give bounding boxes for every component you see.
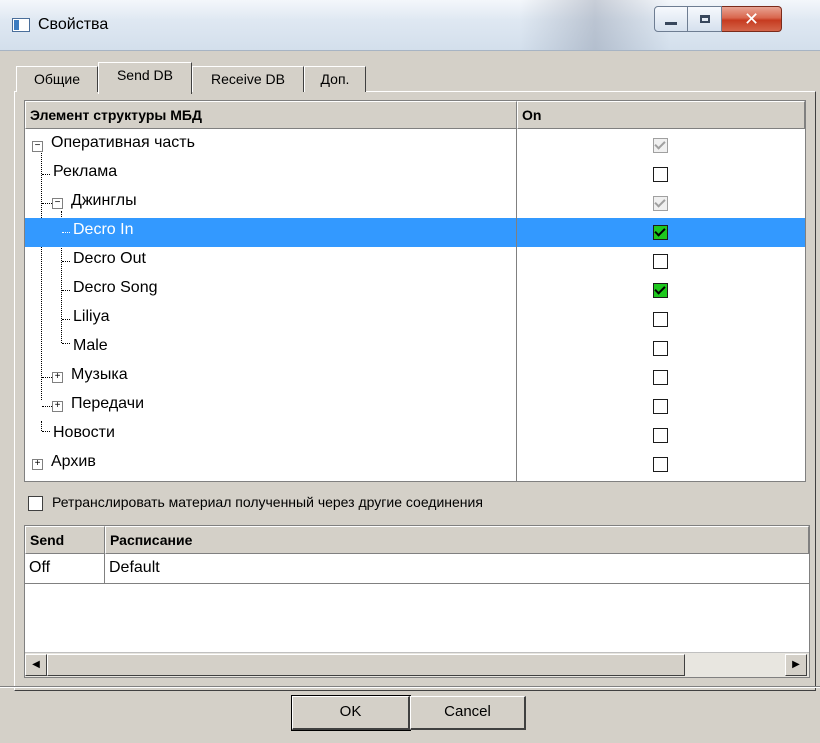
on-checkbox[interactable] — [653, 312, 668, 327]
tree-row[interactable]: + Архив — [25, 450, 805, 479]
tree-item-label: Новости — [53, 424, 115, 441]
tree-line — [62, 343, 70, 344]
tree-line — [62, 319, 70, 320]
tree-row[interactable]: Decro Song — [25, 276, 805, 305]
tree-item-label: Музыка — [71, 366, 128, 383]
column-header-schedule[interactable]: Расписание — [105, 526, 809, 554]
on-checkbox[interactable] — [653, 196, 668, 211]
minimize-icon — [665, 21, 677, 25]
tree-item-label: Decro In — [73, 221, 134, 238]
tree-row[interactable]: + Музыка — [25, 363, 805, 392]
tree-line — [62, 261, 70, 262]
tree-row[interactable]: + Передачи — [25, 392, 805, 421]
minimize-button[interactable] — [654, 6, 688, 32]
tab-send-db[interactable]: Send DB — [98, 62, 192, 94]
retranslate-label[interactable]: Ретранслировать материал полученный чере… — [52, 494, 483, 510]
schedule-row[interactable]: Off Default — [25, 554, 809, 584]
tree-row[interactable]: Decro Out — [25, 247, 805, 276]
collapse-icon[interactable]: − — [52, 198, 63, 209]
tree-item-label: Liliya — [73, 308, 110, 325]
tab-extra[interactable]: Доп. — [304, 66, 366, 92]
column-header-on[interactable]: On — [517, 101, 805, 129]
window-title: Свойства — [38, 16, 109, 33]
column-header-structure[interactable]: Элемент структуры МБД — [25, 101, 517, 129]
expand-icon[interactable]: + — [52, 372, 63, 383]
arrow-left-icon[interactable]: ◀ — [25, 654, 47, 676]
maximize-icon — [699, 15, 710, 23]
on-checkbox[interactable] — [653, 167, 668, 182]
tree-row[interactable]: − Джинглы — [25, 189, 805, 218]
send-cell[interactable]: Off — [25, 554, 105, 583]
schedule-grid[interactable]: Send Расписание Off Default ◀ ▶ — [24, 525, 810, 678]
tree-item-label: Джинглы — [71, 192, 137, 209]
tab-receive-db[interactable]: Receive DB — [192, 66, 304, 92]
tree-row[interactable]: Новости — [25, 421, 805, 450]
tree-line — [41, 421, 42, 431]
tree-item-label: Передачи — [71, 395, 144, 412]
tree-line — [42, 174, 50, 175]
retranslate-checkbox[interactable] — [28, 496, 43, 511]
footer-divider — [0, 686, 820, 688]
on-checkbox[interactable] — [653, 254, 668, 269]
on-checkbox[interactable] — [653, 138, 668, 153]
tree-item-label: Male — [73, 337, 108, 354]
tree-row-selected[interactable]: Decro In — [25, 218, 805, 247]
tree-line — [42, 406, 52, 407]
on-checkbox[interactable] — [653, 457, 668, 472]
horizontal-scrollbar[interactable]: ◀ ▶ — [25, 652, 809, 677]
tree-item-label: Оперативная часть — [51, 134, 195, 151]
schedule-cell[interactable]: Default — [105, 554, 809, 583]
tab-general[interactable]: Общие — [16, 66, 98, 92]
tree-item-label: Decro Out — [73, 250, 146, 267]
tree-item-label: Decro Song — [73, 279, 158, 296]
maximize-button[interactable] — [688, 6, 722, 32]
titlebar-glass — [520, 0, 670, 50]
scrollbar-thumb[interactable] — [47, 654, 685, 676]
on-checkbox[interactable] — [653, 341, 668, 356]
expand-icon[interactable]: + — [52, 401, 63, 412]
properties-dialog: Свойства ✕ Общие Send DB Receive DB Доп.… — [0, 0, 820, 743]
tree-line — [62, 232, 70, 233]
tree-item-label: Архив — [51, 453, 96, 470]
tree-row[interactable]: − Оперативная часть — [25, 131, 805, 160]
close-button[interactable]: ✕ — [722, 6, 782, 32]
column-divider — [516, 129, 517, 481]
ok-button[interactable]: OK — [291, 695, 411, 731]
on-checkbox[interactable] — [653, 428, 668, 443]
collapse-icon[interactable]: − — [32, 141, 43, 152]
app-icon — [12, 18, 30, 32]
on-checkbox[interactable] — [653, 399, 668, 414]
tree-row[interactable]: Male — [25, 334, 805, 363]
tree-row[interactable]: Liliya — [25, 305, 805, 334]
expand-icon[interactable]: + — [32, 459, 43, 470]
tree-line — [42, 203, 52, 204]
tree-item-label: Реклама — [53, 163, 118, 180]
close-icon: ✕ — [743, 8, 760, 29]
on-checkbox[interactable] — [653, 370, 668, 385]
on-checkbox[interactable] — [653, 225, 668, 240]
on-checkbox[interactable] — [653, 283, 668, 298]
tree-line — [62, 290, 70, 291]
column-header-send[interactable]: Send — [25, 526, 105, 554]
tree-line — [42, 377, 52, 378]
tree-row[interactable]: Реклама — [25, 160, 805, 189]
arrow-right-icon[interactable]: ▶ — [785, 654, 807, 676]
cancel-button[interactable]: Cancel — [410, 696, 526, 730]
title-bar[interactable]: Свойства ✕ — [0, 0, 820, 51]
structure-grid[interactable]: Элемент структуры МБД On − Оперативная ч… — [24, 100, 806, 482]
tree-line — [42, 431, 50, 432]
